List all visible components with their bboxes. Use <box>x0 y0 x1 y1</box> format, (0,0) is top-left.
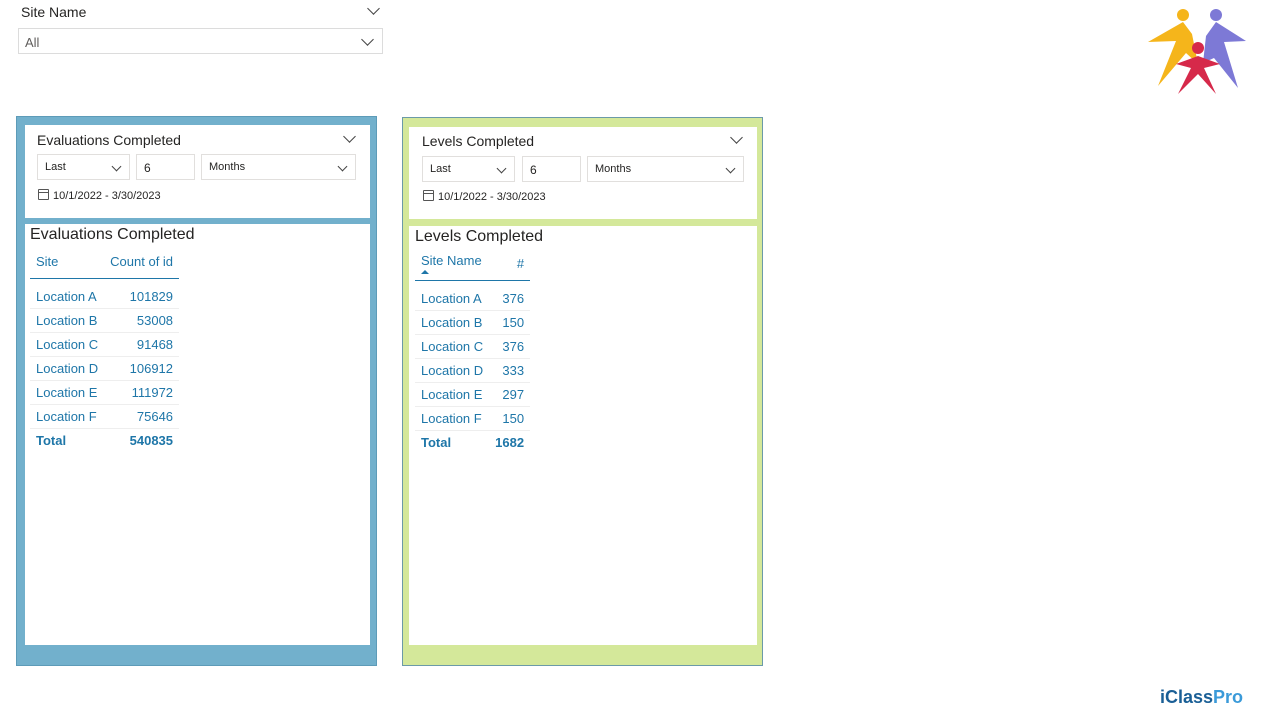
value-cell: 91468 <box>104 332 180 357</box>
column-header-label: Site Name <box>421 252 482 268</box>
total-value: 540835 <box>104 428 180 452</box>
people-stars-logo-icon <box>1148 9 1246 94</box>
value-cell: 297 <box>489 382 531 407</box>
count-input[interactable]: 6 <box>136 154 195 180</box>
value-cell: 150 <box>489 310 531 335</box>
brand-name-part-1: iClass <box>1160 687 1214 707</box>
evaluations-table-card: Evaluations Completed Site Count of id L… <box>25 224 370 645</box>
levels-filter-title: Levels Completed <box>422 133 535 149</box>
unit-select-value: Months <box>595 163 632 175</box>
value-cell: 106912 <box>104 356 180 381</box>
site-cell: Location F <box>415 406 490 431</box>
levels-date-filter: Levels Completed Last 6 Months 10/1/2022… <box>409 127 757 219</box>
site-cell: Location E <box>30 380 105 405</box>
site-name-dropdown-value: All <box>25 35 40 50</box>
date-range-text: 10/1/2022 - 3/30/2023 <box>53 190 161 202</box>
total-row: Total 1682 <box>415 430 531 454</box>
table-row[interactable]: Location D 106912 <box>30 356 180 381</box>
total-row: Total 540835 <box>30 428 180 452</box>
table-row[interactable]: Location A 101829 <box>30 278 180 309</box>
site-cell: Location B <box>415 310 490 335</box>
calendar-icon <box>38 189 49 200</box>
value-cell: 376 <box>489 334 531 359</box>
value-cell: 150 <box>489 406 531 431</box>
sort-ascending-icon <box>421 269 429 274</box>
column-header-site[interactable]: Site <box>30 244 105 279</box>
chevron-down-icon[interactable] <box>343 130 356 143</box>
levels-panel: Levels Completed Last 6 Months 10/1/2022… <box>402 117 763 666</box>
column-header-site-name[interactable]: Site Name <box>415 246 490 281</box>
total-value: 1682 <box>489 430 531 454</box>
table-row[interactable]: Location C 376 <box>415 334 531 359</box>
date-range: 10/1/2022 - 3/30/2023 <box>423 190 546 203</box>
table-row[interactable]: Location B 53008 <box>30 308 180 333</box>
chevron-down-icon[interactable] <box>730 131 743 144</box>
chevron-down-icon[interactable] <box>367 2 380 15</box>
table-row[interactable]: Location E 297 <box>415 382 531 407</box>
iclasspro-logo: iClassPro <box>1160 687 1243 708</box>
chevron-down-icon <box>337 161 348 172</box>
table-row[interactable]: Location F 150 <box>415 406 531 431</box>
site-cell: Location D <box>30 356 105 381</box>
site-cell: Location C <box>30 332 105 357</box>
table-row[interactable]: Location F 75646 <box>30 404 180 429</box>
brand-name-part-2: Pro <box>1213 687 1244 707</box>
table-row[interactable]: Location C 91468 <box>30 332 180 357</box>
unit-select[interactable]: Months <box>587 156 744 182</box>
value-cell: 376 <box>489 280 531 311</box>
column-header-number[interactable]: # <box>489 246 531 281</box>
table-row[interactable]: Location E 111972 <box>30 380 180 405</box>
site-cell: Location E <box>415 382 490 407</box>
evaluations-table-title: Evaluations Completed <box>30 226 195 243</box>
value-cell: 333 <box>489 358 531 383</box>
period-select[interactable]: Last <box>422 156 515 182</box>
unit-select-value: Months <box>209 161 246 173</box>
site-cell: Location A <box>415 280 490 311</box>
site-cell: Location D <box>415 358 490 383</box>
calendar-icon <box>423 190 434 201</box>
chevron-down-icon <box>496 163 507 174</box>
value-cell: 75646 <box>104 404 180 429</box>
value-cell: 53008 <box>104 308 180 333</box>
unit-select[interactable]: Months <box>201 154 356 180</box>
site-cell: Location B <box>30 308 105 333</box>
levels-table-card: Levels Completed Site Name # Location A3… <box>409 226 757 645</box>
site-cell: Location C <box>415 334 490 359</box>
table-row[interactable]: Location D 333 <box>415 358 531 383</box>
date-range: 10/1/2022 - 3/30/2023 <box>38 189 161 202</box>
site-cell: Location F <box>30 404 105 429</box>
total-label: Total <box>30 428 105 452</box>
levels-table: Site Name # Location A 376 Location B 150 … <box>415 246 531 454</box>
total-label: Total <box>415 430 490 454</box>
evaluations-date-filter: Evaluations Completed Last 6 Months 10/1… <box>25 125 370 218</box>
chevron-down-icon <box>111 161 122 172</box>
count-input[interactable]: 6 <box>522 156 581 182</box>
chevron-down-icon <box>725 163 736 174</box>
value-cell: 101829 <box>104 278 180 309</box>
table-row[interactable]: Location A 376 <box>415 280 531 311</box>
site-name-slicer-title: Site Name <box>21 4 87 20</box>
evaluations-panel: Evaluations Completed Last 6 Months 10/1… <box>16 116 377 666</box>
chevron-down-icon <box>361 33 374 46</box>
value-cell: 111972 <box>104 380 180 405</box>
period-select[interactable]: Last <box>37 154 130 180</box>
period-select-value: Last <box>430 163 451 175</box>
period-select-value: Last <box>45 161 66 173</box>
site-name-dropdown[interactable]: All <box>18 28 383 54</box>
levels-table-title: Levels Completed <box>415 228 544 245</box>
count-input-value: 6 <box>144 161 151 175</box>
evaluations-table: Site Count of id Location A 101829 Locati… <box>30 244 180 452</box>
site-cell: Location A <box>30 278 105 309</box>
date-range-text: 10/1/2022 - 3/30/2023 <box>438 191 546 203</box>
evaluations-filter-title: Evaluations Completed <box>37 132 181 148</box>
column-header-count[interactable]: Count of id <box>104 244 180 279</box>
table-row[interactable]: Location B 150 <box>415 310 531 335</box>
count-input-value: 6 <box>530 163 537 177</box>
